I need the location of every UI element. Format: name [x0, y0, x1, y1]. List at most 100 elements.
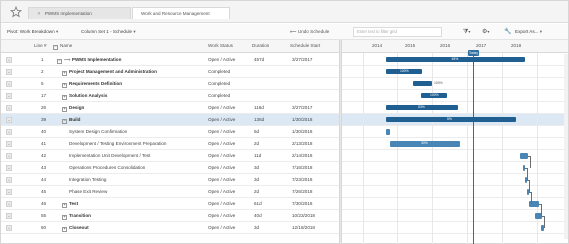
- cell-status: Open / Active: [208, 225, 236, 230]
- line-number: 39: [41, 117, 47, 122]
- pivot-dropdown[interactable]: Pivot: Work Breakdown ▾: [7, 28, 58, 36]
- undo-schedule-button[interactable]: ⟵ Undo Schedule: [290, 27, 329, 37]
- task-name[interactable]: + Test: [62, 201, 78, 208]
- close-icon[interactable]: ✕: [37, 11, 41, 16]
- row-menu-icon[interactable]: ⌄: [6, 189, 12, 195]
- task-name[interactable]: + Project Management and Administration: [62, 69, 157, 76]
- cell-status: Open / Active: [208, 177, 236, 182]
- row-menu-icon[interactable]: ⌄: [6, 141, 12, 147]
- task-name[interactable]: Implementation Unit Development / Test: [69, 153, 150, 159]
- cell-duration: 2d: [254, 189, 260, 194]
- star-icon[interactable]: [10, 6, 22, 18]
- task-name[interactable]: + Design: [62, 105, 84, 112]
- cell-start: 7/16/2018: [292, 165, 313, 170]
- row-menu-icon[interactable]: ⌄: [6, 57, 12, 63]
- filter-icon[interactable]: ⧩▾: [463, 27, 470, 37]
- row-menu-icon[interactable]: ⌄: [6, 117, 12, 123]
- column-status[interactable]: Work Status: [208, 43, 233, 48]
- expand-icon[interactable]: +: [62, 227, 67, 232]
- row-menu-icon[interactable]: ⌄: [6, 213, 12, 219]
- tab-work-resource[interactable]: Work and Resource Management: [132, 7, 230, 19]
- row-menu-icon[interactable]: ⌄: [6, 69, 12, 75]
- cell-status: Open / Active: [208, 141, 236, 146]
- gridline: [363, 53, 364, 244]
- expand-icon[interactable]: −: [62, 119, 67, 124]
- cell-start: 1/30/2018: [292, 117, 313, 122]
- expand-icon[interactable]: +: [62, 215, 67, 220]
- cell-start: 7/23/2018: [292, 177, 313, 182]
- pivot-label: Pivot: Work Breakdown: [7, 29, 55, 34]
- percent-complete-label: 45%: [451, 57, 459, 61]
- row-menu-icon[interactable]: ⌄: [6, 129, 12, 135]
- row-menu-icon[interactable]: ⌄: [6, 81, 12, 87]
- cell-duration: 3d: [254, 165, 260, 170]
- cell-status: Open / Active: [208, 129, 236, 134]
- cell-start: 12/18/2018: [292, 225, 315, 230]
- expand-icon[interactable]: −: [57, 59, 62, 64]
- task-name[interactable]: + Closeout: [62, 225, 89, 232]
- gantt-chart: 2014 2015 2016 2017 2018 Today 45% 100% 10…: [342, 40, 568, 244]
- task-name-label: Development / Testing Environment Prepar…: [69, 141, 167, 146]
- row-menu-icon[interactable]: ⌄: [6, 201, 12, 207]
- wrench-icon[interactable]: 🔧: [504, 27, 511, 37]
- tab-work-resource-label: Work and Resource Management: [141, 11, 210, 16]
- column-duration[interactable]: Duration: [252, 43, 269, 48]
- task-name-label: Test: [69, 201, 79, 206]
- task-name[interactable]: Operations Procedures Consolidation: [69, 165, 145, 171]
- task-name[interactable]: − ⟿ PWMS Implementation: [57, 57, 121, 64]
- tab-project[interactable]: ✕ PWMS Implementation: [28, 7, 131, 19]
- app-frame: ✕ PWMS Implementation Work and Resource M…: [0, 0, 569, 244]
- vertical-scrollbar[interactable]: [564, 54, 568, 239]
- expand-icon[interactable]: +: [62, 95, 67, 100]
- gridline: [432, 53, 433, 244]
- line-number: 2: [41, 69, 44, 74]
- line-number: 26: [41, 105, 47, 110]
- task-name[interactable]: Integration Testing: [69, 177, 106, 183]
- cell-start: 2/13/2018: [292, 141, 313, 146]
- column-start[interactable]: Schedule Start: [290, 43, 320, 48]
- undo-arrow-icon: ⟵: [290, 29, 297, 34]
- dependency-connector: [528, 156, 531, 168]
- task-name[interactable]: System Design Confirmation: [69, 129, 127, 135]
- settings-icon[interactable]: ⚙▾: [482, 27, 489, 37]
- year-label: 2017: [476, 43, 487, 48]
- task-name[interactable]: + Solution Analysis: [62, 93, 107, 100]
- line-number: 40: [41, 129, 47, 134]
- expand-icon[interactable]: +: [62, 203, 67, 208]
- row-menu-icon[interactable]: ⌄: [6, 93, 12, 99]
- row-menu-icon[interactable]: ⌄: [6, 177, 12, 183]
- task-name[interactable]: Development / Testing Environment Prepar…: [69, 141, 166, 147]
- chevron-down-icon: ▾: [539, 29, 543, 34]
- task-name[interactable]: + Requirements Definition: [62, 81, 122, 88]
- row-menu-icon[interactable]: ⌄: [6, 165, 12, 171]
- column-name[interactable]: − Name: [53, 43, 72, 50]
- expand-icon[interactable]: +: [62, 107, 67, 112]
- column-set-dropdown[interactable]: Column Set 1 - Schedule ▾: [81, 28, 136, 36]
- expand-icon[interactable]: +: [62, 71, 67, 76]
- task-name[interactable]: + Transition: [62, 213, 91, 220]
- gantt-bar[interactable]: [520, 153, 528, 159]
- cell-status: Open / Active: [208, 165, 236, 170]
- cell-duration: 2d: [254, 141, 260, 146]
- cell-status: Open / Active: [208, 189, 236, 194]
- cell-duration: 11d: [254, 153, 262, 158]
- cell-duration: 457d: [254, 57, 265, 62]
- task-name[interactable]: Phase Exit Review: [69, 189, 107, 195]
- export-dropdown[interactable]: Export As... ▾: [515, 28, 542, 36]
- gantt-bar[interactable]: [386, 129, 390, 135]
- task-name[interactable]: − Build: [62, 117, 80, 124]
- expand-icon[interactable]: +: [62, 83, 67, 88]
- row-menu-icon[interactable]: ⌄: [6, 153, 12, 159]
- line-number: 46: [41, 201, 47, 206]
- expand-all-icon[interactable]: −: [53, 45, 58, 50]
- filter-input[interactable]: Enter text to filter grid: [353, 27, 442, 37]
- dependency-connector: [525, 168, 528, 180]
- row-menu-icon[interactable]: ⌄: [6, 225, 12, 231]
- gantt-bar[interactable]: [413, 81, 432, 86]
- cell-status: Open / Active: [208, 117, 236, 122]
- task-name-label: System Design Confirmation: [69, 129, 128, 134]
- row-menu-icon[interactable]: ⌄: [6, 105, 12, 111]
- column-line[interactable]: Line #: [34, 43, 47, 48]
- cell-duration: 3d: [254, 225, 260, 230]
- chevron-down-icon: ▾: [133, 29, 136, 34]
